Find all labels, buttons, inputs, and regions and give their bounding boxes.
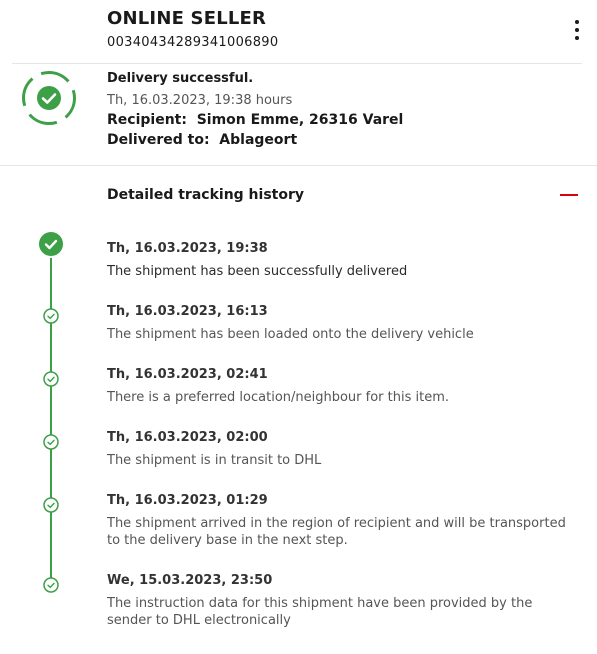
kebab-menu-icon[interactable] [568,18,586,42]
event-date: Th, 16.03.2023, 01:29 [107,493,268,508]
event-date: Th, 16.03.2023, 16:13 [107,304,268,319]
seller-name: ONLINE SELLER [107,8,267,29]
check-circle-icon [43,577,59,593]
collapse-history-button[interactable] [556,186,582,206]
event-date: Th, 16.03.2023, 19:38 [107,241,268,256]
event-date: Th, 16.03.2023, 02:41 [107,367,268,382]
check-circle-icon [43,434,59,450]
delivered-to-line: Delivered to: Ablageort [107,132,297,148]
timeline-line [50,258,52,582]
event-date: We, 15.03.2023, 23:50 [107,573,273,588]
minus-icon [560,194,578,196]
shipment-header: ONLINE SELLER 00340434289341006890 [0,0,597,64]
recipient-value: Simon Emme, 26316 Varel [196,112,404,128]
check-circle-icon [43,497,59,513]
delivery-status-title: Delivery successful. [107,71,254,86]
check-circle-icon [43,308,59,324]
recipient-line: Recipient: Simon Emme, 26316 Varel [107,112,403,128]
check-circle-icon [43,371,59,387]
check-circle-icon [39,232,63,256]
recipient-label: Recipient: [107,112,187,128]
delivered-to-value: Ablageort [219,132,298,148]
event-description: The shipment has been successfully deliv… [107,264,408,279]
tracking-history-title: Detailed tracking history [107,187,304,203]
event-description: The shipment is in transit to DHL [107,453,322,468]
event-description: The instruction data for this shipment h… [107,596,533,628]
delivery-status-time: Th, 16.03.2023, 19:38 hours [107,93,293,108]
event-description: There is a preferred location/neighbour … [107,390,450,405]
event-date: Th, 16.03.2023, 02:00 [107,430,268,445]
event-description: The shipment has been loaded onto the de… [107,327,474,342]
divider [0,165,597,166]
divider [12,63,582,64]
tracking-number: 00340434289341006890 [107,35,279,50]
event-description: The shipment arrived in the region of re… [107,516,566,548]
delivered-to-label: Delivered to: [107,132,210,148]
check-circle-ring-icon [21,70,77,126]
